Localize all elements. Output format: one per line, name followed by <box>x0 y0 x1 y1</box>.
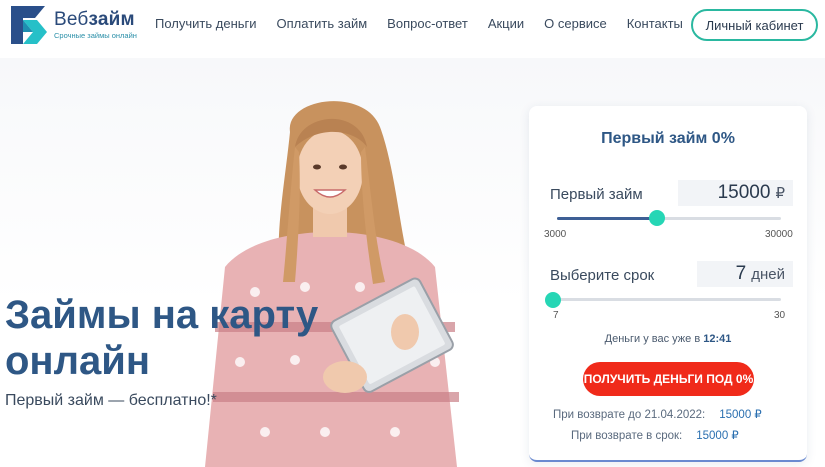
nav-item-pay-loan[interactable]: Оплатить займ <box>277 16 368 31</box>
nav-item-about[interactable]: О сервисе <box>544 16 607 31</box>
term-unit: дней <box>751 265 785 283</box>
amount-slider-thumb[interactable] <box>648 210 665 226</box>
return-by-amount: 15000 ₽ <box>719 409 762 421</box>
term-min-label: 7 <box>553 310 559 321</box>
logo-name-bold: займ <box>88 9 135 30</box>
hero-title-line-1: Займы на карту <box>5 293 319 337</box>
personal-cabinet-button[interactable]: Личный кабинет <box>691 9 818 41</box>
amount-label: Первый займ <box>550 186 643 203</box>
amount-input[interactable]: 15000 ₽ <box>678 180 793 206</box>
hero-title: Займы на карту онлайн <box>5 292 365 384</box>
get-money-button[interactable]: ПОЛУЧИТЬ ДЕНЬГИ ПОД 0% <box>583 362 754 396</box>
nav-item-faq[interactable]: Вопрос-ответ <box>387 16 468 31</box>
term-value: 7 <box>735 263 747 284</box>
term-max-label: 30 <box>774 310 786 321</box>
amount-slider-track[interactable] <box>557 217 781 220</box>
nav-item-contacts[interactable]: Контакты <box>627 16 683 31</box>
amount-max-label: 30000 <box>765 229 793 240</box>
return-on-time-amount: 15000 ₽ <box>696 430 739 442</box>
nav-item-promotions[interactable]: Акции <box>488 16 524 31</box>
amount-slider-fill <box>557 217 657 220</box>
term-slider-track[interactable] <box>553 298 781 301</box>
main-nav: Получить деньги Оплатить займ Вопрос-отв… <box>155 16 683 31</box>
hero-subtitle: Первый займ — бесплатно!* <box>5 392 217 409</box>
money-arrival-time: Деньги у вас уже в 12:41 <box>529 333 807 345</box>
calculator-title: Первый займ 0% <box>601 130 735 147</box>
logo-text: Вебзайм Срочные займы онлайн <box>54 10 137 41</box>
return-by-row: При возврате до 21.04.2022: 15000 ₽ <box>553 407 762 421</box>
logo-name: Вебзайм <box>54 10 137 30</box>
logo-mark-icon <box>11 6 47 44</box>
hero-title-line-2: онлайн <box>5 339 150 383</box>
logo[interactable]: Вебзайм Срочные займы онлайн <box>11 6 137 44</box>
nav-item-get-money[interactable]: Получить деньги <box>155 16 257 31</box>
site-header: Вебзайм Срочные займы онлайн Получить де… <box>0 0 825 52</box>
amount-unit: ₽ <box>775 185 785 202</box>
return-on-time-label: При возврате в срок: <box>571 430 683 442</box>
amount-min-label: 3000 <box>544 229 567 240</box>
woman-with-tablet-illustration <box>205 101 459 467</box>
logo-name-light: Веб <box>54 9 89 30</box>
term-slider-thumb[interactable] <box>545 292 561 308</box>
money-time-text: Деньги у вас уже в <box>604 333 701 345</box>
return-by-label: При возврате до 21.04.2022: <box>553 409 706 421</box>
logo-tagline: Срочные займы онлайн <box>54 31 137 40</box>
term-input[interactable]: 7 дней <box>697 261 793 287</box>
return-on-time-row: При возврате в срок: 15000 ₽ <box>571 428 739 442</box>
loan-calculator-card: Первый займ 0% Первый займ 15000 ₽ 3000 3… <box>529 106 807 462</box>
money-time-value: 12:41 <box>703 333 732 345</box>
term-label: Выберите срок <box>550 267 655 284</box>
amount-value: 15000 <box>717 182 771 203</box>
